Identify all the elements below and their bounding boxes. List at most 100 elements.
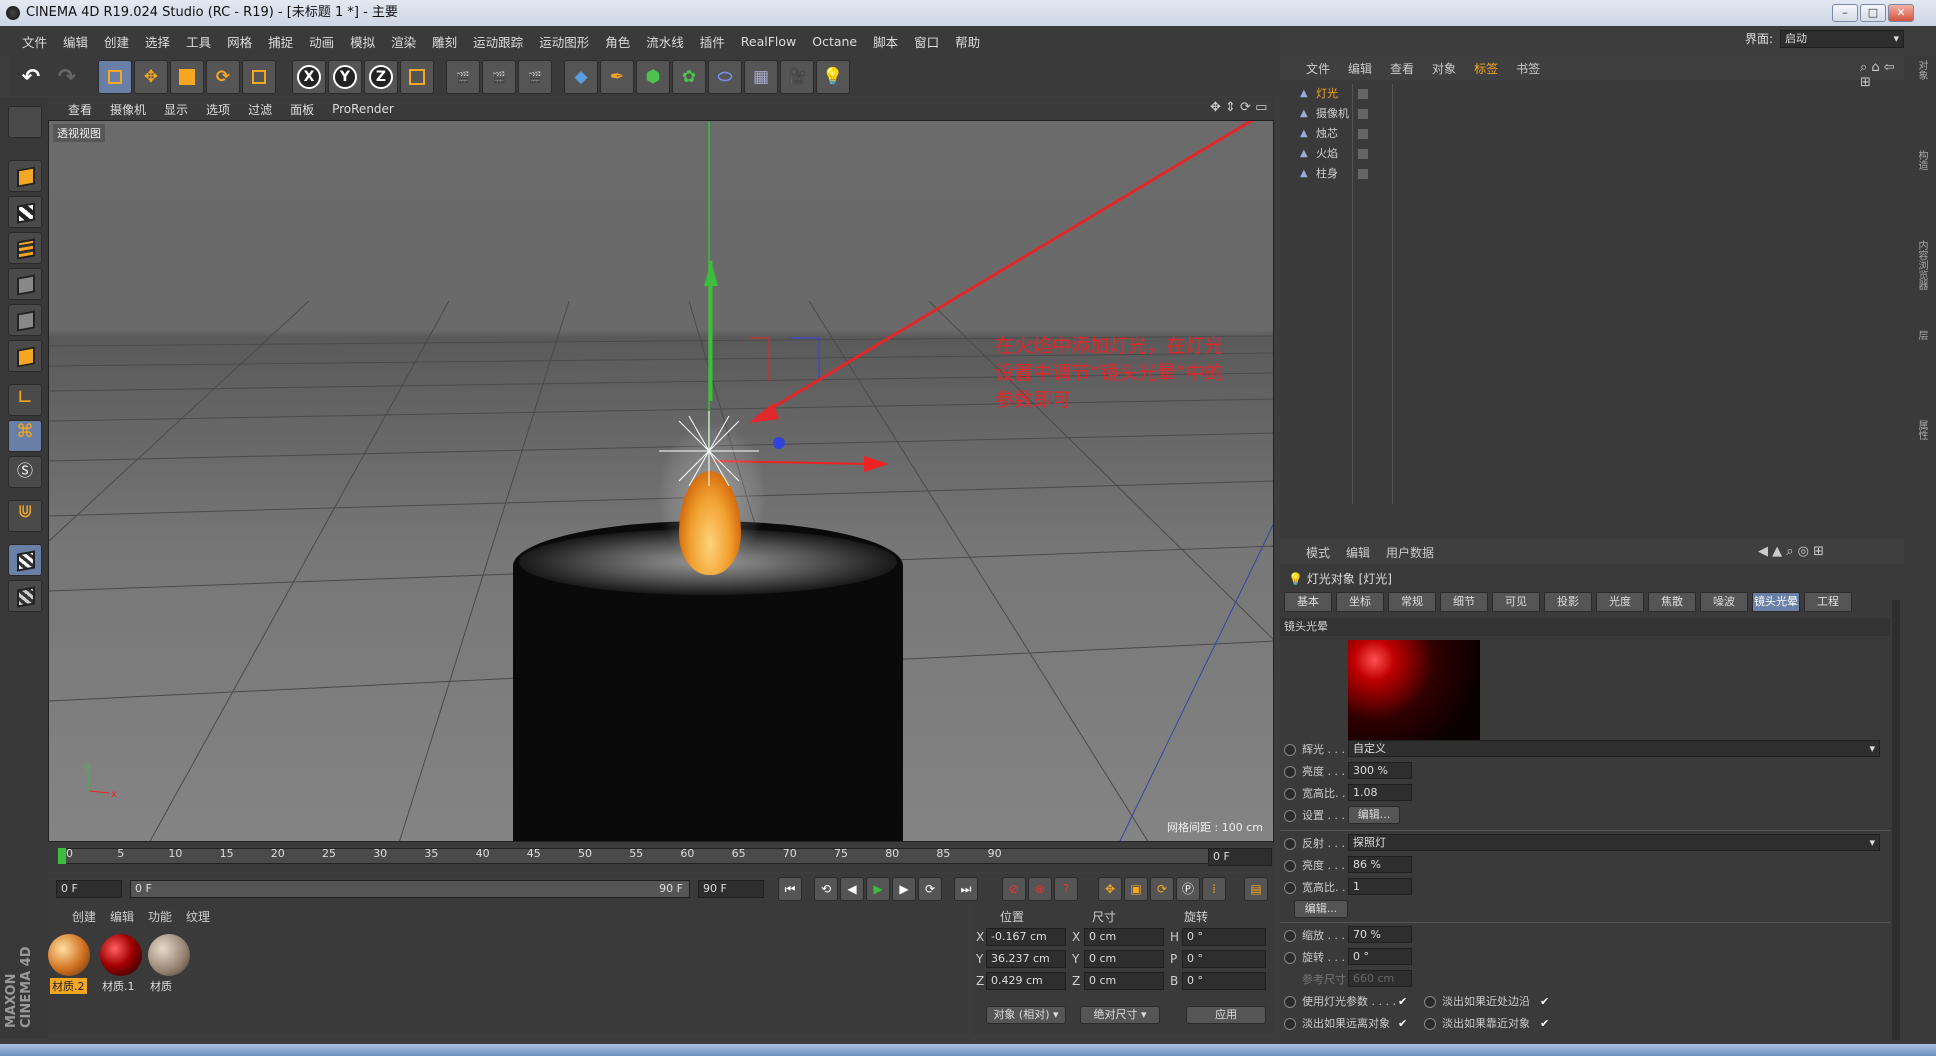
object-row[interactable]: ▲ 火焰 [1280,144,1904,164]
menu-item[interactable]: 角色 [597,32,638,51]
attribute-tab[interactable]: 细节 [1440,592,1488,612]
checkmark-icon[interactable]: ✔ [1398,992,1407,1012]
object-menu-item[interactable]: 编辑 [1348,60,1372,77]
fade-near-radio[interactable] [1424,1018,1436,1030]
fade-edge-radio[interactable] [1424,996,1436,1008]
rotate-field[interactable]: 0 ° [1348,948,1412,965]
aspect2-radio[interactable] [1284,882,1296,894]
play-button[interactable]: ▶ [866,877,890,901]
visibility-toggle[interactable] [1358,169,1368,179]
next-key-button[interactable]: ⟳ [918,877,942,901]
aspect-radio[interactable] [1284,788,1296,800]
pen-button[interactable]: ✒ [600,60,634,94]
settings-edit-button[interactable]: 编辑... [1348,806,1400,824]
key-rotation-button[interactable]: ⟳ [1150,877,1174,901]
attribute-tab[interactable]: 可见 [1492,592,1540,612]
reflex-edit-button[interactable]: 编辑... [1294,900,1348,918]
goto-end-button[interactable]: ⏭ [954,877,978,901]
brightness2-field[interactable]: 86 % [1348,856,1412,873]
rotation-field[interactable]: 0 ° [1182,972,1266,990]
make-editable-button[interactable] [8,106,42,138]
cube-button[interactable]: ◆ [564,60,598,94]
workplane-mode-button[interactable] [8,232,42,264]
camera-button[interactable]: 🎥 [780,60,814,94]
menu-item[interactable]: 脚本 [865,32,906,51]
attribute-tab[interactable]: 投影 [1544,592,1592,612]
object-menu-item[interactable]: 对象 [1432,60,1456,77]
right-strip-tab[interactable]: 对象 [1914,60,1929,80]
render-settings-button[interactable]: 🎬 [518,60,552,94]
cloner-button[interactable]: ✿ [672,60,706,94]
attribute-menu-item[interactable]: 模式 [1306,544,1330,561]
material-menu-item[interactable]: 编辑 [110,908,134,925]
menu-item[interactable]: 运动图形 [531,32,597,51]
rotate-tool-button[interactable]: ⟳ [206,60,240,94]
fade-behind-radio[interactable] [1284,1018,1296,1030]
menu-item[interactable]: 捕捉 [260,32,301,51]
close-button[interactable]: ✕ [1888,4,1914,22]
menu-item[interactable]: 选择 [137,32,178,51]
position-field[interactable]: -0.167 cm [986,928,1066,946]
x-axis-button[interactable]: X [292,60,326,94]
y-axis-button[interactable]: Y [328,60,362,94]
menu-item[interactable]: 动画 [301,32,342,51]
material-menu-item[interactable]: 纹理 [186,908,210,925]
object-menu-item[interactable]: 书签 [1516,60,1540,77]
attribute-tab[interactable]: 焦散 [1648,592,1696,612]
object-menu-item[interactable]: 文件 [1306,60,1330,77]
checkmark-icon[interactable]: ✔ [1540,992,1549,1012]
key-pla-button[interactable]: ⁞ [1202,877,1226,901]
object-row[interactable]: ▲ 柱身 [1280,164,1904,184]
glow-radio[interactable] [1284,744,1296,756]
aspect-field[interactable]: 1.08 [1348,784,1412,801]
size-field[interactable]: 0 cm [1084,972,1164,990]
auto-key-button[interactable]: ⊛ [1028,877,1052,901]
polygon-mode-button[interactable] [8,340,42,372]
frame-range-slider[interactable]: 0 F 90 F [130,880,690,898]
settings-radio[interactable] [1284,810,1296,822]
coordinate-system-button[interactable] [400,60,434,94]
lock-workplane-button[interactable] [8,544,42,576]
perspective-viewport[interactable]: y x 透视视图 在火焰中添加灯光，在灯光设置中调节“镜头光晕”中的参数即可 网… [48,120,1274,842]
brightness-field[interactable]: 300 % [1348,762,1412,779]
menu-item[interactable]: 运动跟踪 [465,32,531,51]
undo-button[interactable]: ↶ [14,60,48,94]
menu-item[interactable]: Octane [804,34,865,49]
rotate-radio[interactable] [1284,952,1296,964]
prev-frame-button[interactable]: ◀ [840,877,864,901]
menu-item[interactable]: 窗口 [906,32,947,51]
deformer-button[interactable]: ⬭ [708,60,742,94]
z-axis-button[interactable]: Z [364,60,398,94]
menu-item[interactable]: 插件 [692,32,733,51]
object-row[interactable]: ▲ 灯光 [1280,84,1904,104]
menu-item[interactable]: 流水线 [638,32,692,51]
brightness2-radio[interactable] [1284,860,1296,872]
object-row[interactable]: ▲ 烛芯 [1280,124,1904,144]
next-frame-button[interactable]: ▶ [892,877,916,901]
reflex-radio[interactable] [1284,838,1296,850]
reflex-select[interactable]: 探照灯 ▾ [1348,834,1880,851]
size-field[interactable]: 0 cm [1084,928,1164,946]
glow-select[interactable]: 自定义 ▾ [1348,740,1880,757]
right-strip-tab[interactable]: 内容浏览器 [1914,240,1929,290]
size-mode-select[interactable]: 绝对尺寸 ▾ [1080,1006,1160,1024]
key-position-button[interactable]: ✥ [1098,877,1122,901]
key-scale-button[interactable]: ▣ [1124,877,1148,901]
redo-button[interactable]: ↷ [50,60,84,94]
menu-item[interactable]: 模拟 [342,32,383,51]
checkmark-icon[interactable]: ✔ [1398,1014,1407,1034]
visibility-toggle[interactable] [1358,109,1368,119]
move-tool-button[interactable]: ✥ [134,60,168,94]
position-field[interactable]: 36.237 cm [986,950,1066,968]
attribute-menu-item[interactable]: 编辑 [1346,544,1370,561]
visibility-toggle[interactable] [1358,89,1368,99]
light-button[interactable]: 💡 [816,60,850,94]
point-mode-button[interactable] [8,268,42,300]
material-swatch[interactable] [148,934,190,976]
menu-item[interactable]: 创建 [96,32,137,51]
goto-start-button[interactable]: ⏮ [778,877,802,901]
magnet-button[interactable]: ⋓ [8,500,42,532]
menu-item[interactable]: 文件 [14,32,55,51]
menu-item[interactable]: 雕刻 [424,32,465,51]
viewport-menu-item[interactable]: 摄像机 [110,101,146,118]
